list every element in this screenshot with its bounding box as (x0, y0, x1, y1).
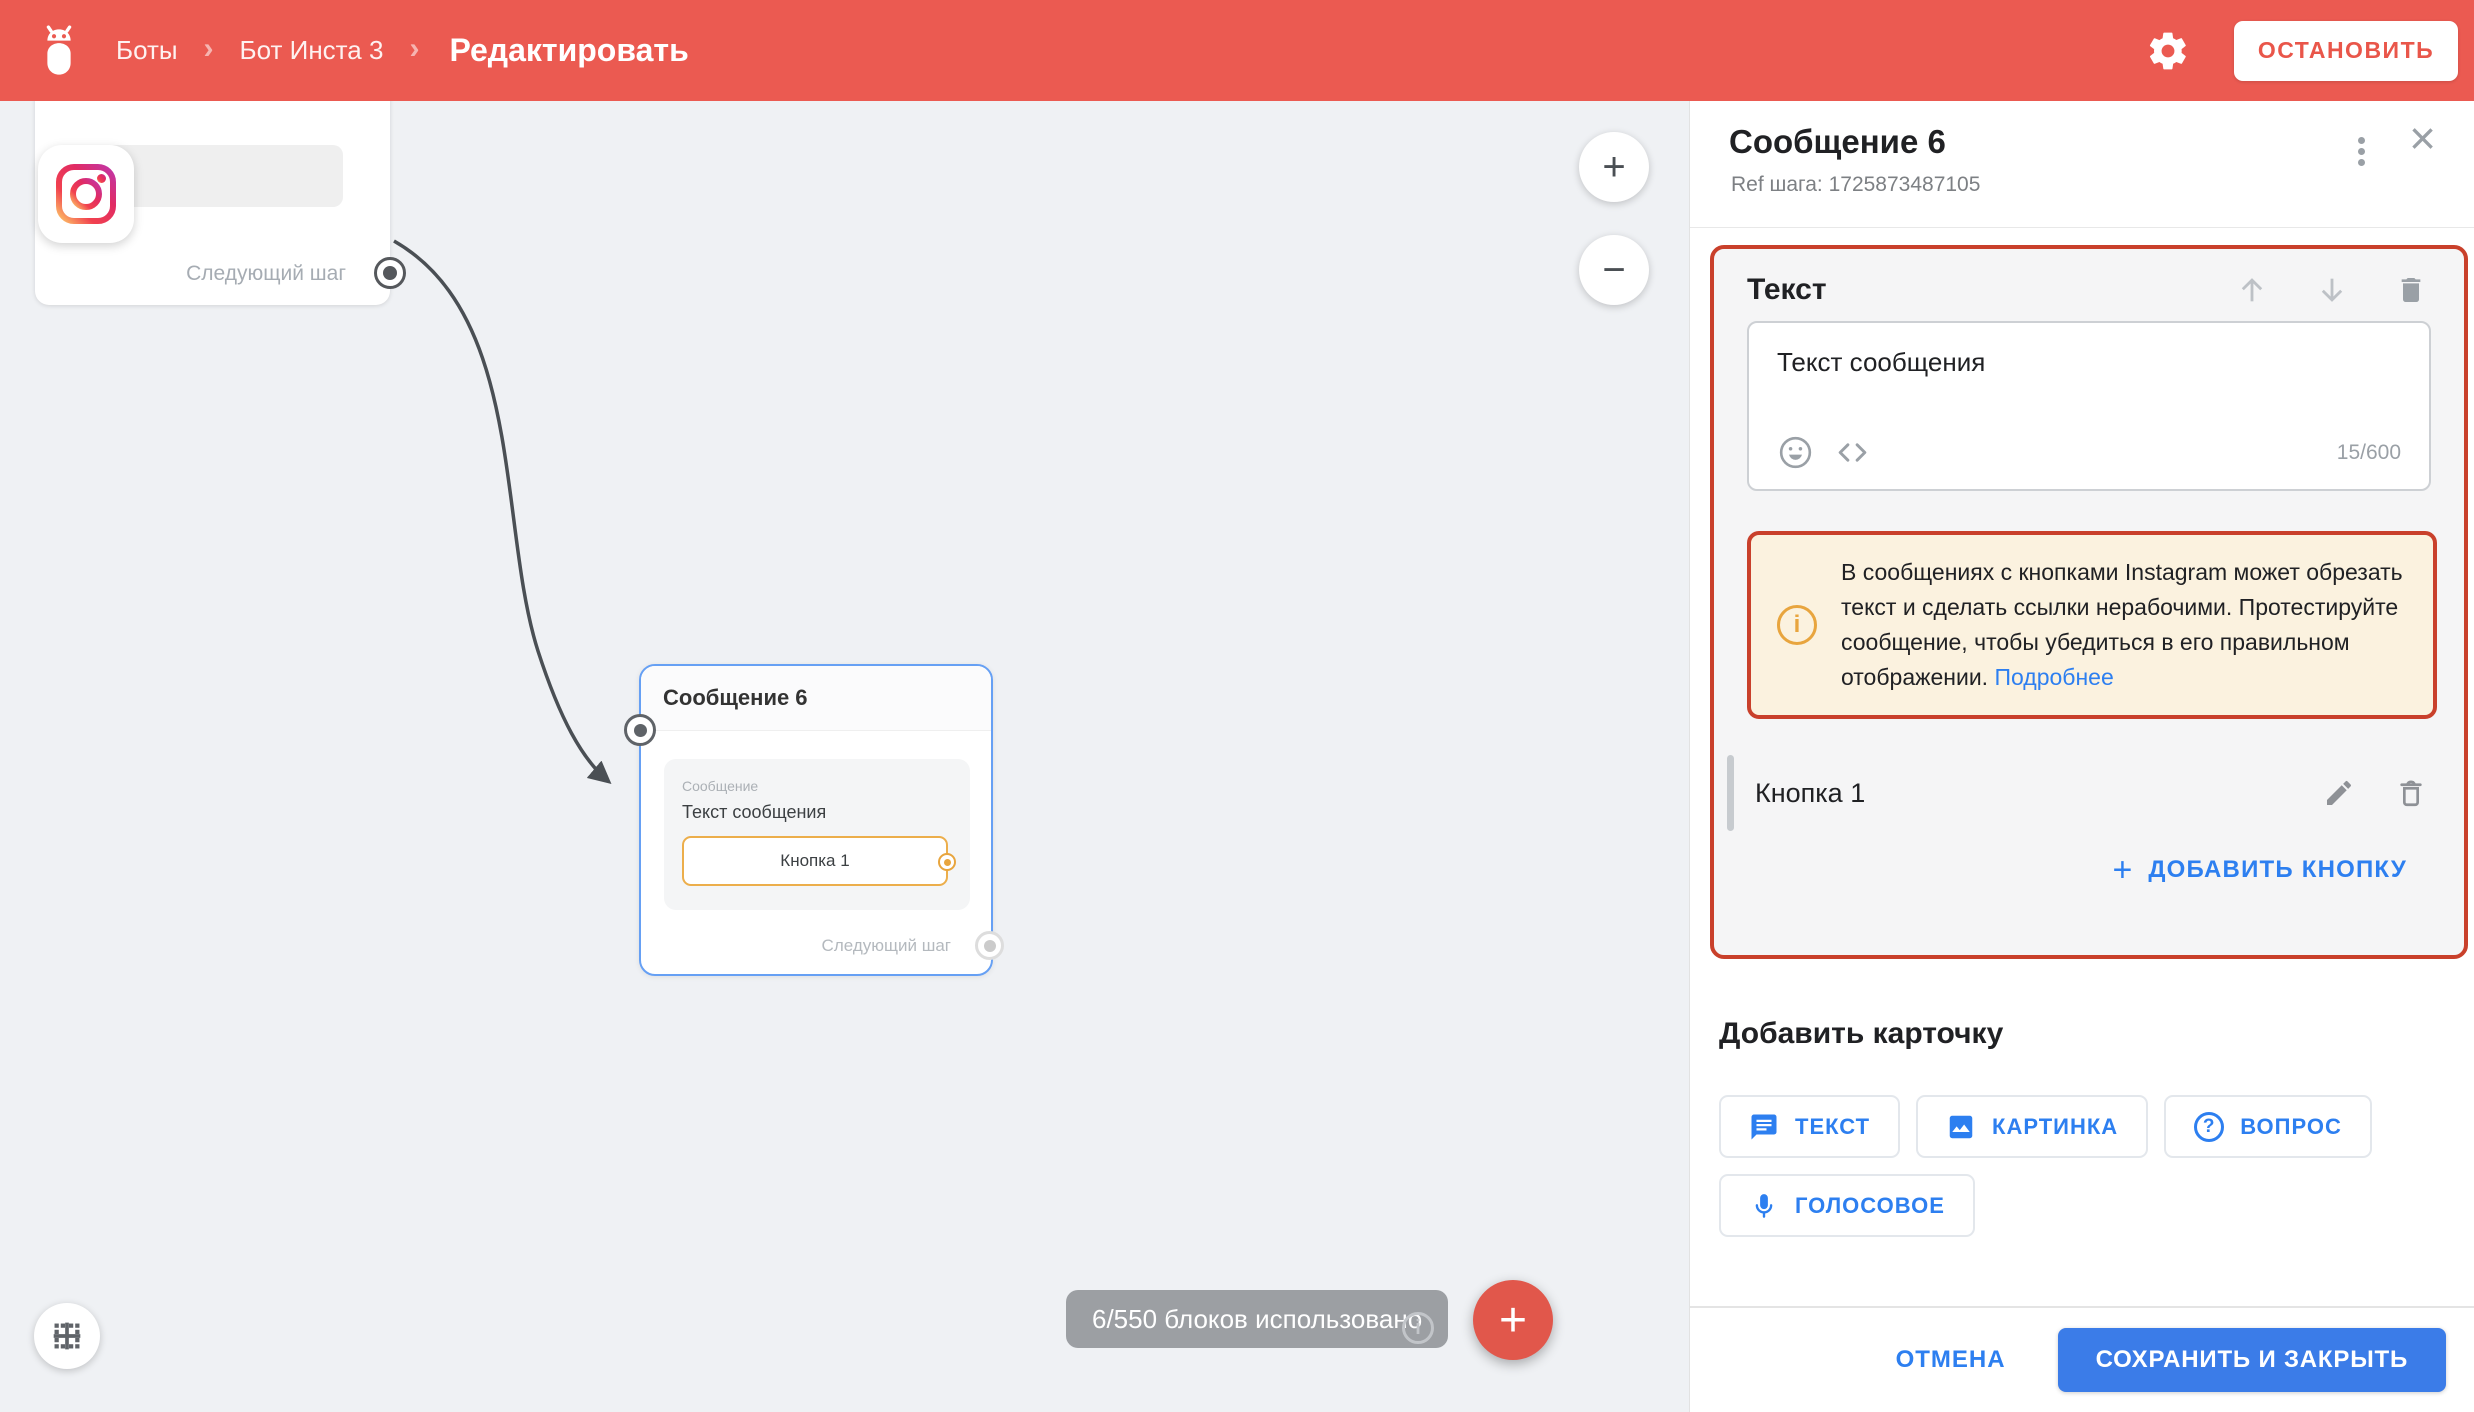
message-node-header: Сообщение 6 (641, 666, 991, 731)
plus-icon: + (1602, 145, 1625, 190)
node-input-port[interactable] (624, 714, 656, 746)
learn-more-link[interactable]: Подробнее (1994, 664, 2113, 690)
chevron-right-icon: › (204, 32, 214, 66)
close-icon[interactable]: × (2409, 115, 2436, 161)
option-label: ВОПРОС (2240, 1114, 2342, 1140)
plus-icon: + (1499, 1293, 1527, 1348)
top-header: Боты › Бот Инста 3 › Редактировать ОСТАН… (0, 0, 2474, 101)
add-button-link[interactable]: + ДОБАВИТЬ КНОПКУ (1747, 853, 2431, 887)
next-step-port[interactable] (374, 257, 406, 289)
trash-icon (2395, 777, 2427, 809)
robot-logo-icon (34, 24, 84, 78)
move-card-down-button[interactable] (2315, 273, 2349, 307)
flow-canvas[interactable]: Следующий шаг (0, 101, 1689, 1412)
node-reply-button-label: Кнопка 1 (780, 851, 849, 871)
add-voice-card-button[interactable]: ГОЛОСОВОЕ (1719, 1174, 1975, 1237)
code-icon[interactable] (1834, 434, 1871, 471)
trash-icon (2395, 274, 2427, 306)
emoji-icon[interactable] (1777, 434, 1814, 471)
question-icon: ? (2194, 1112, 2224, 1142)
page-title: Редактировать (449, 32, 688, 69)
instagram-icon (54, 162, 118, 226)
node-reply-button[interactable]: Кнопка 1 (682, 836, 948, 886)
move-card-up-button[interactable] (2235, 273, 2269, 307)
info-icon[interactable]: i (1402, 1312, 1434, 1344)
message-node[interactable]: Сообщение 6 Сообщение Текст сообщения Кн… (639, 664, 993, 976)
breadcrumb: Боты › Бот Инста 3 › Редактировать (116, 32, 689, 69)
gear-icon[interactable] (2146, 29, 2190, 73)
info-letter: i (1794, 611, 1801, 639)
delete-button[interactable] (2395, 777, 2427, 809)
minus-icon: − (1602, 248, 1625, 293)
zoom-out-button[interactable]: − (1579, 235, 1649, 305)
zoom-in-button[interactable]: + (1579, 132, 1649, 202)
fit-to-grid-button[interactable] (34, 1303, 100, 1369)
reply-button-row[interactable]: Кнопка 1 (1727, 749, 2431, 837)
delete-card-button[interactable] (2395, 274, 2427, 306)
arrow-up-icon (2235, 273, 2269, 307)
text-card-group: Текст (1710, 245, 2468, 959)
chevron-right-icon: › (409, 32, 419, 66)
warning-text: В сообщениях с кнопками Instagram может … (1841, 559, 2403, 690)
option-label: ГОЛОСОВОЕ (1795, 1193, 1945, 1219)
instagram-badge (38, 145, 134, 243)
next-step-label: Следующий шаг (186, 262, 346, 286)
breadcrumb-bots-link[interactable]: Боты (116, 35, 178, 66)
breadcrumb-bot-link[interactable]: Бот Инста 3 (240, 35, 384, 66)
message-node-title: Сообщение 6 (663, 685, 808, 711)
reply-button-label: Кнопка 1 (1755, 778, 1865, 809)
message-text-value: Текст сообщения (1777, 347, 2401, 378)
add-text-card-button[interactable]: ТЕКСТ (1719, 1095, 1900, 1158)
pencil-icon (2323, 777, 2355, 809)
message-preview-card: Сообщение Текст сообщения Кнопка 1 (664, 759, 970, 910)
step-editor-panel: Сообщение 6 Ref шага: 1725873487105 × Те… (1689, 101, 2474, 1412)
stop-bot-button[interactable]: ОСТАНОВИТЬ (2234, 21, 2458, 81)
plus-icon: + (2112, 853, 2132, 887)
panel-title: Сообщение 6 (1729, 123, 1946, 161)
panel-divider (1690, 227, 2474, 228)
next-step-label: Следующий шаг (822, 936, 951, 956)
option-label: КАРТИНКА (1992, 1114, 2118, 1140)
step-ref-id: Ref шага: 1725873487105 (1731, 173, 1980, 197)
add-node-button[interactable]: + (1473, 1280, 1553, 1360)
add-image-card-button[interactable]: КАРТИНКА (1916, 1095, 2148, 1158)
add-button-label: ДОБАВИТЬ КНОПКУ (2148, 856, 2407, 884)
option-label: ТЕКСТ (1795, 1114, 1870, 1140)
image-icon (1946, 1112, 1976, 1142)
blocks-usage-badge: 6/550 блоков использовано (1066, 1290, 1448, 1348)
add-question-card-button[interactable]: ? ВОПРОС (2164, 1095, 2372, 1158)
info-letter: i (1415, 1317, 1421, 1340)
node-output-port[interactable] (975, 931, 1004, 960)
add-card-heading: Добавить карточку (1719, 1017, 2449, 1051)
card-heading: Текст (1747, 273, 1827, 307)
question-mark: ? (2203, 1116, 2216, 1138)
message-preview-label: Сообщение (682, 778, 952, 794)
panel-footer: ОТМЕНА СОХРАНИТЬ И ЗАКРЫТЬ (1690, 1306, 2474, 1412)
text-bubble-icon (1749, 1112, 1779, 1142)
warning-info-icon: i (1777, 605, 1817, 645)
microphone-icon (1749, 1191, 1779, 1221)
instagram-warning-banner: i В сообщениях с кнопками Instagram може… (1747, 531, 2437, 719)
grid-crosshair-icon (50, 1319, 84, 1353)
arrow-down-icon (2315, 273, 2349, 307)
button-output-port[interactable] (938, 853, 956, 871)
message-text-input[interactable]: Текст сообщения 15/600 (1747, 321, 2431, 491)
edit-button[interactable] (2323, 777, 2355, 809)
cancel-button[interactable]: ОТМЕНА (1896, 1346, 2006, 1374)
save-and-close-button[interactable]: СОХРАНИТЬ И ЗАКРЫТЬ (2058, 1328, 2446, 1392)
char-counter: 15/600 (2337, 441, 2401, 465)
drag-handle[interactable] (1727, 755, 1734, 831)
add-card-section: Добавить карточку ТЕКСТ (1719, 1017, 2449, 1237)
panel-header: Сообщение 6 Ref шага: 1725873487105 × (1690, 101, 2474, 227)
bot-editor-app: Боты › Бот Инста 3 › Редактировать ОСТАН… (0, 0, 2474, 1412)
message-preview-text: Текст сообщения (682, 802, 952, 823)
kebab-menu-icon[interactable] (2341, 127, 2381, 175)
